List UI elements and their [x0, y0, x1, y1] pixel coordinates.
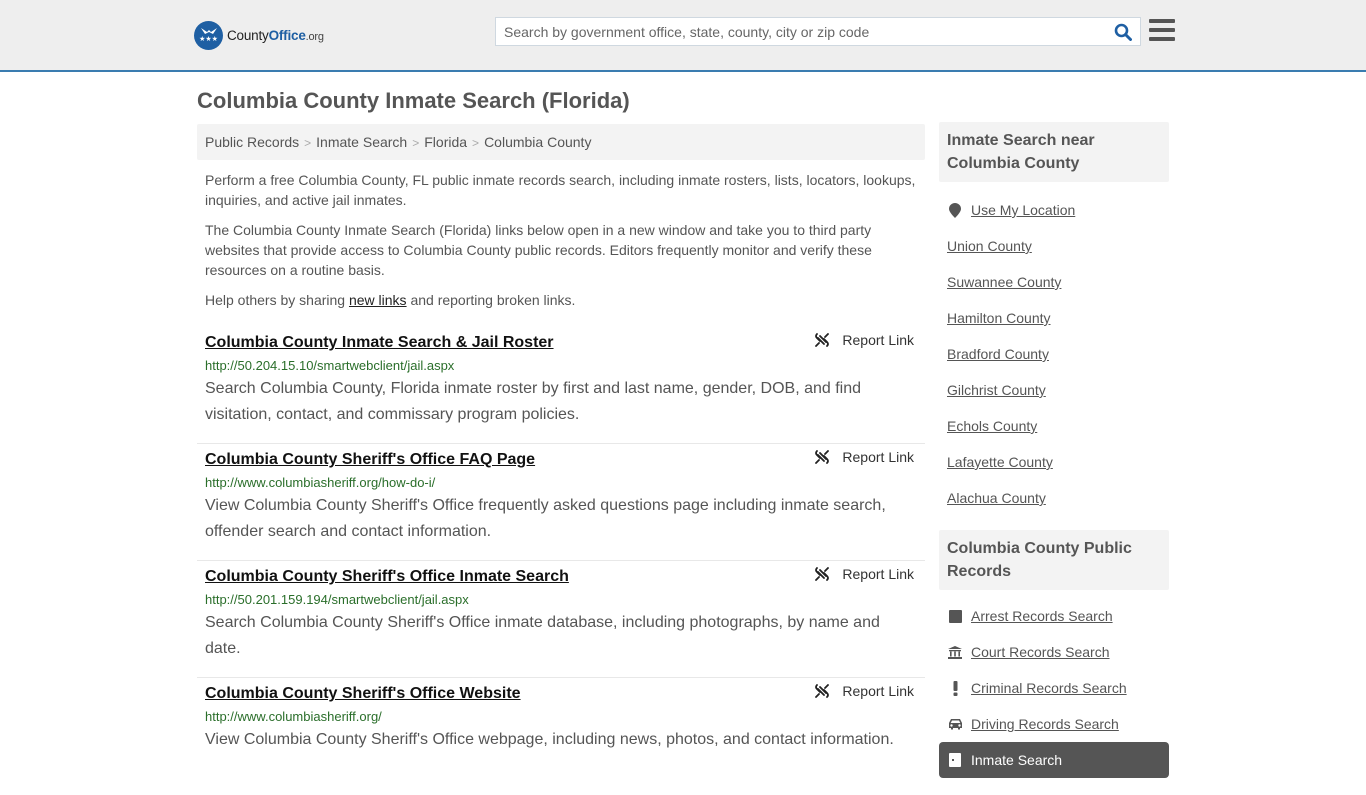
result-description: View Columbia County Sheriff's Office we…: [205, 731, 894, 748]
site-header: ★★★ CountyOffice.org: [0, 0, 1366, 72]
result-url: http://50.204.15.10/smartwebclient/jail.…: [205, 358, 455, 373]
public-records-list: Arrest Records Search Court Records Sear…: [939, 590, 1169, 792]
breadcrumb: Public Records > Inmate Search > Florida > Col…: [197, 124, 925, 160]
site-logo[interactable]: ★★★ CountyOffice.org: [194, 20, 324, 50]
intro-paragraph-3: Help others by sharing new links and rep…: [205, 292, 576, 308]
new-links-link[interactable]: new links: [349, 292, 407, 308]
hamburger-menu-button[interactable]: [1149, 19, 1175, 43]
result-description: Search Columbia County Sheriff's Office …: [205, 614, 880, 657]
nearby-county-item: Lafayette County: [947, 444, 1161, 480]
logo-text: CountyOffice.org: [227, 27, 324, 43]
menu-bar: [1149, 28, 1175, 32]
intro-text: Perform a free Columbia County, FL publi…: [205, 170, 921, 320]
nearby-county-link[interactable]: Echols County: [947, 418, 1037, 434]
result-url: http://www.columbiasheriff.org/: [205, 709, 382, 724]
criminal-records-link[interactable]: Criminal Records Search: [971, 680, 1127, 696]
breadcrumb-florida[interactable]: Florida: [424, 134, 467, 150]
courthouse-icon: [947, 645, 963, 659]
result-item: Columbia County Sheriff's Office FAQ Pag…: [197, 444, 925, 561]
result-description: Search Columbia County, Florida inmate r…: [205, 380, 862, 423]
result-url: http://www.columbiasheriff.org/how-do-i/: [205, 475, 436, 490]
eagle-stars-icon: ★★★: [194, 20, 223, 50]
public-record-item: Court Records Search: [947, 634, 1161, 670]
broken-link-icon: [815, 333, 830, 347]
public-record-item: Driving Records Search: [947, 706, 1161, 742]
result-item: Columbia County Inmate Search & Jail Ros…: [197, 327, 925, 444]
result-title-link[interactable]: Columbia County Sheriff's Office Website: [205, 683, 917, 705]
report-link-button[interactable]: Report Link: [814, 566, 914, 582]
nearby-county-item: Hamilton County: [947, 300, 1161, 336]
nearby-county-link[interactable]: Bradford County: [947, 346, 1049, 362]
result-title-link[interactable]: Columbia County Inmate Search & Jail Ros…: [205, 332, 917, 354]
public-record-item: Criminal Records Search: [947, 670, 1161, 706]
result-item: Columbia County Sheriff's Office Inmate …: [197, 561, 925, 678]
car-icon: [947, 718, 963, 730]
use-my-location-item: Use My Location: [947, 192, 1161, 228]
public-record-item: Arrest Records Search: [947, 598, 1161, 634]
nearby-county-link[interactable]: Lafayette County: [947, 454, 1053, 470]
nearby-county-item: Bradford County: [947, 336, 1161, 372]
results-list: Columbia County Inmate Search & Jail Ros…: [197, 327, 925, 795]
arrest-records-link[interactable]: Arrest Records Search: [971, 608, 1113, 624]
book-icon: [947, 609, 963, 623]
breadcrumb-separator: >: [304, 136, 312, 150]
nearby-county-link[interactable]: Alachua County: [947, 490, 1046, 506]
public-record-item-active: Inmate Search: [939, 742, 1169, 778]
nearby-county-link[interactable]: Hamilton County: [947, 310, 1051, 326]
nearby-county-item: Suwannee County: [947, 264, 1161, 300]
result-description: View Columbia County Sheriff's Office fr…: [205, 497, 886, 540]
report-link-button[interactable]: Report Link: [814, 332, 914, 348]
broken-link-icon: [815, 684, 830, 698]
sidebar: Inmate Search near Columbia County Use M…: [939, 122, 1169, 792]
nearby-county-link[interactable]: Suwannee County: [947, 274, 1061, 290]
breadcrumb-inmate-search[interactable]: Inmate Search: [316, 134, 407, 150]
result-title-link[interactable]: Columbia County Sheriff's Office Inmate …: [205, 566, 917, 588]
search-icon: [1114, 23, 1132, 41]
result-title-link[interactable]: Columbia County Sheriff's Office FAQ Pag…: [205, 449, 917, 471]
use-my-location-link[interactable]: Use My Location: [971, 202, 1075, 218]
intro-paragraph-1: Perform a free Columbia County, FL publi…: [205, 172, 916, 208]
nearby-county-item: Alachua County: [947, 480, 1161, 516]
result-item: Columbia County Sheriff's Office Website…: [197, 678, 925, 795]
breadcrumb-public-records[interactable]: Public Records: [205, 134, 299, 150]
nearby-heading: Inmate Search near Columbia County: [939, 122, 1169, 182]
driving-records-link[interactable]: Driving Records Search: [971, 716, 1119, 732]
report-link-button[interactable]: Report Link: [814, 683, 914, 699]
jail-door-icon: [947, 753, 963, 767]
broken-link-icon: [815, 567, 830, 581]
result-url: http://50.201.159.194/smartwebclient/jai…: [205, 592, 469, 607]
public-records-heading: Columbia County Public Records: [939, 530, 1169, 590]
menu-bar: [1149, 19, 1175, 23]
intro-paragraph-2: The Columbia County Inmate Search (Flori…: [205, 222, 872, 278]
exclamation-icon: [947, 680, 963, 696]
breadcrumb-current: Columbia County: [484, 134, 592, 150]
menu-bar: [1149, 37, 1175, 41]
nearby-list: Use My Location Union County Suwannee Co…: [939, 182, 1169, 530]
nearby-county-item: Gilchrist County: [947, 372, 1161, 408]
nearby-county-link[interactable]: Union County: [947, 238, 1032, 254]
page-title: Columbia County Inmate Search (Florida): [197, 88, 630, 113]
search-button[interactable]: [1106, 18, 1140, 45]
breadcrumb-separator: >: [412, 136, 420, 150]
search-bar: [495, 17, 1141, 46]
nearby-county-item: Echols County: [947, 408, 1161, 444]
search-input[interactable]: [496, 18, 1106, 45]
nearby-county-item: Union County: [947, 228, 1161, 264]
court-records-link[interactable]: Court Records Search: [971, 644, 1110, 660]
breadcrumb-separator: >: [472, 136, 480, 150]
inmate-search-link[interactable]: Inmate Search: [971, 752, 1062, 768]
report-link-button[interactable]: Report Link: [814, 449, 914, 465]
nearby-county-link[interactable]: Gilchrist County: [947, 382, 1046, 398]
map-pin-icon: [947, 202, 963, 218]
broken-link-icon: [815, 450, 830, 464]
